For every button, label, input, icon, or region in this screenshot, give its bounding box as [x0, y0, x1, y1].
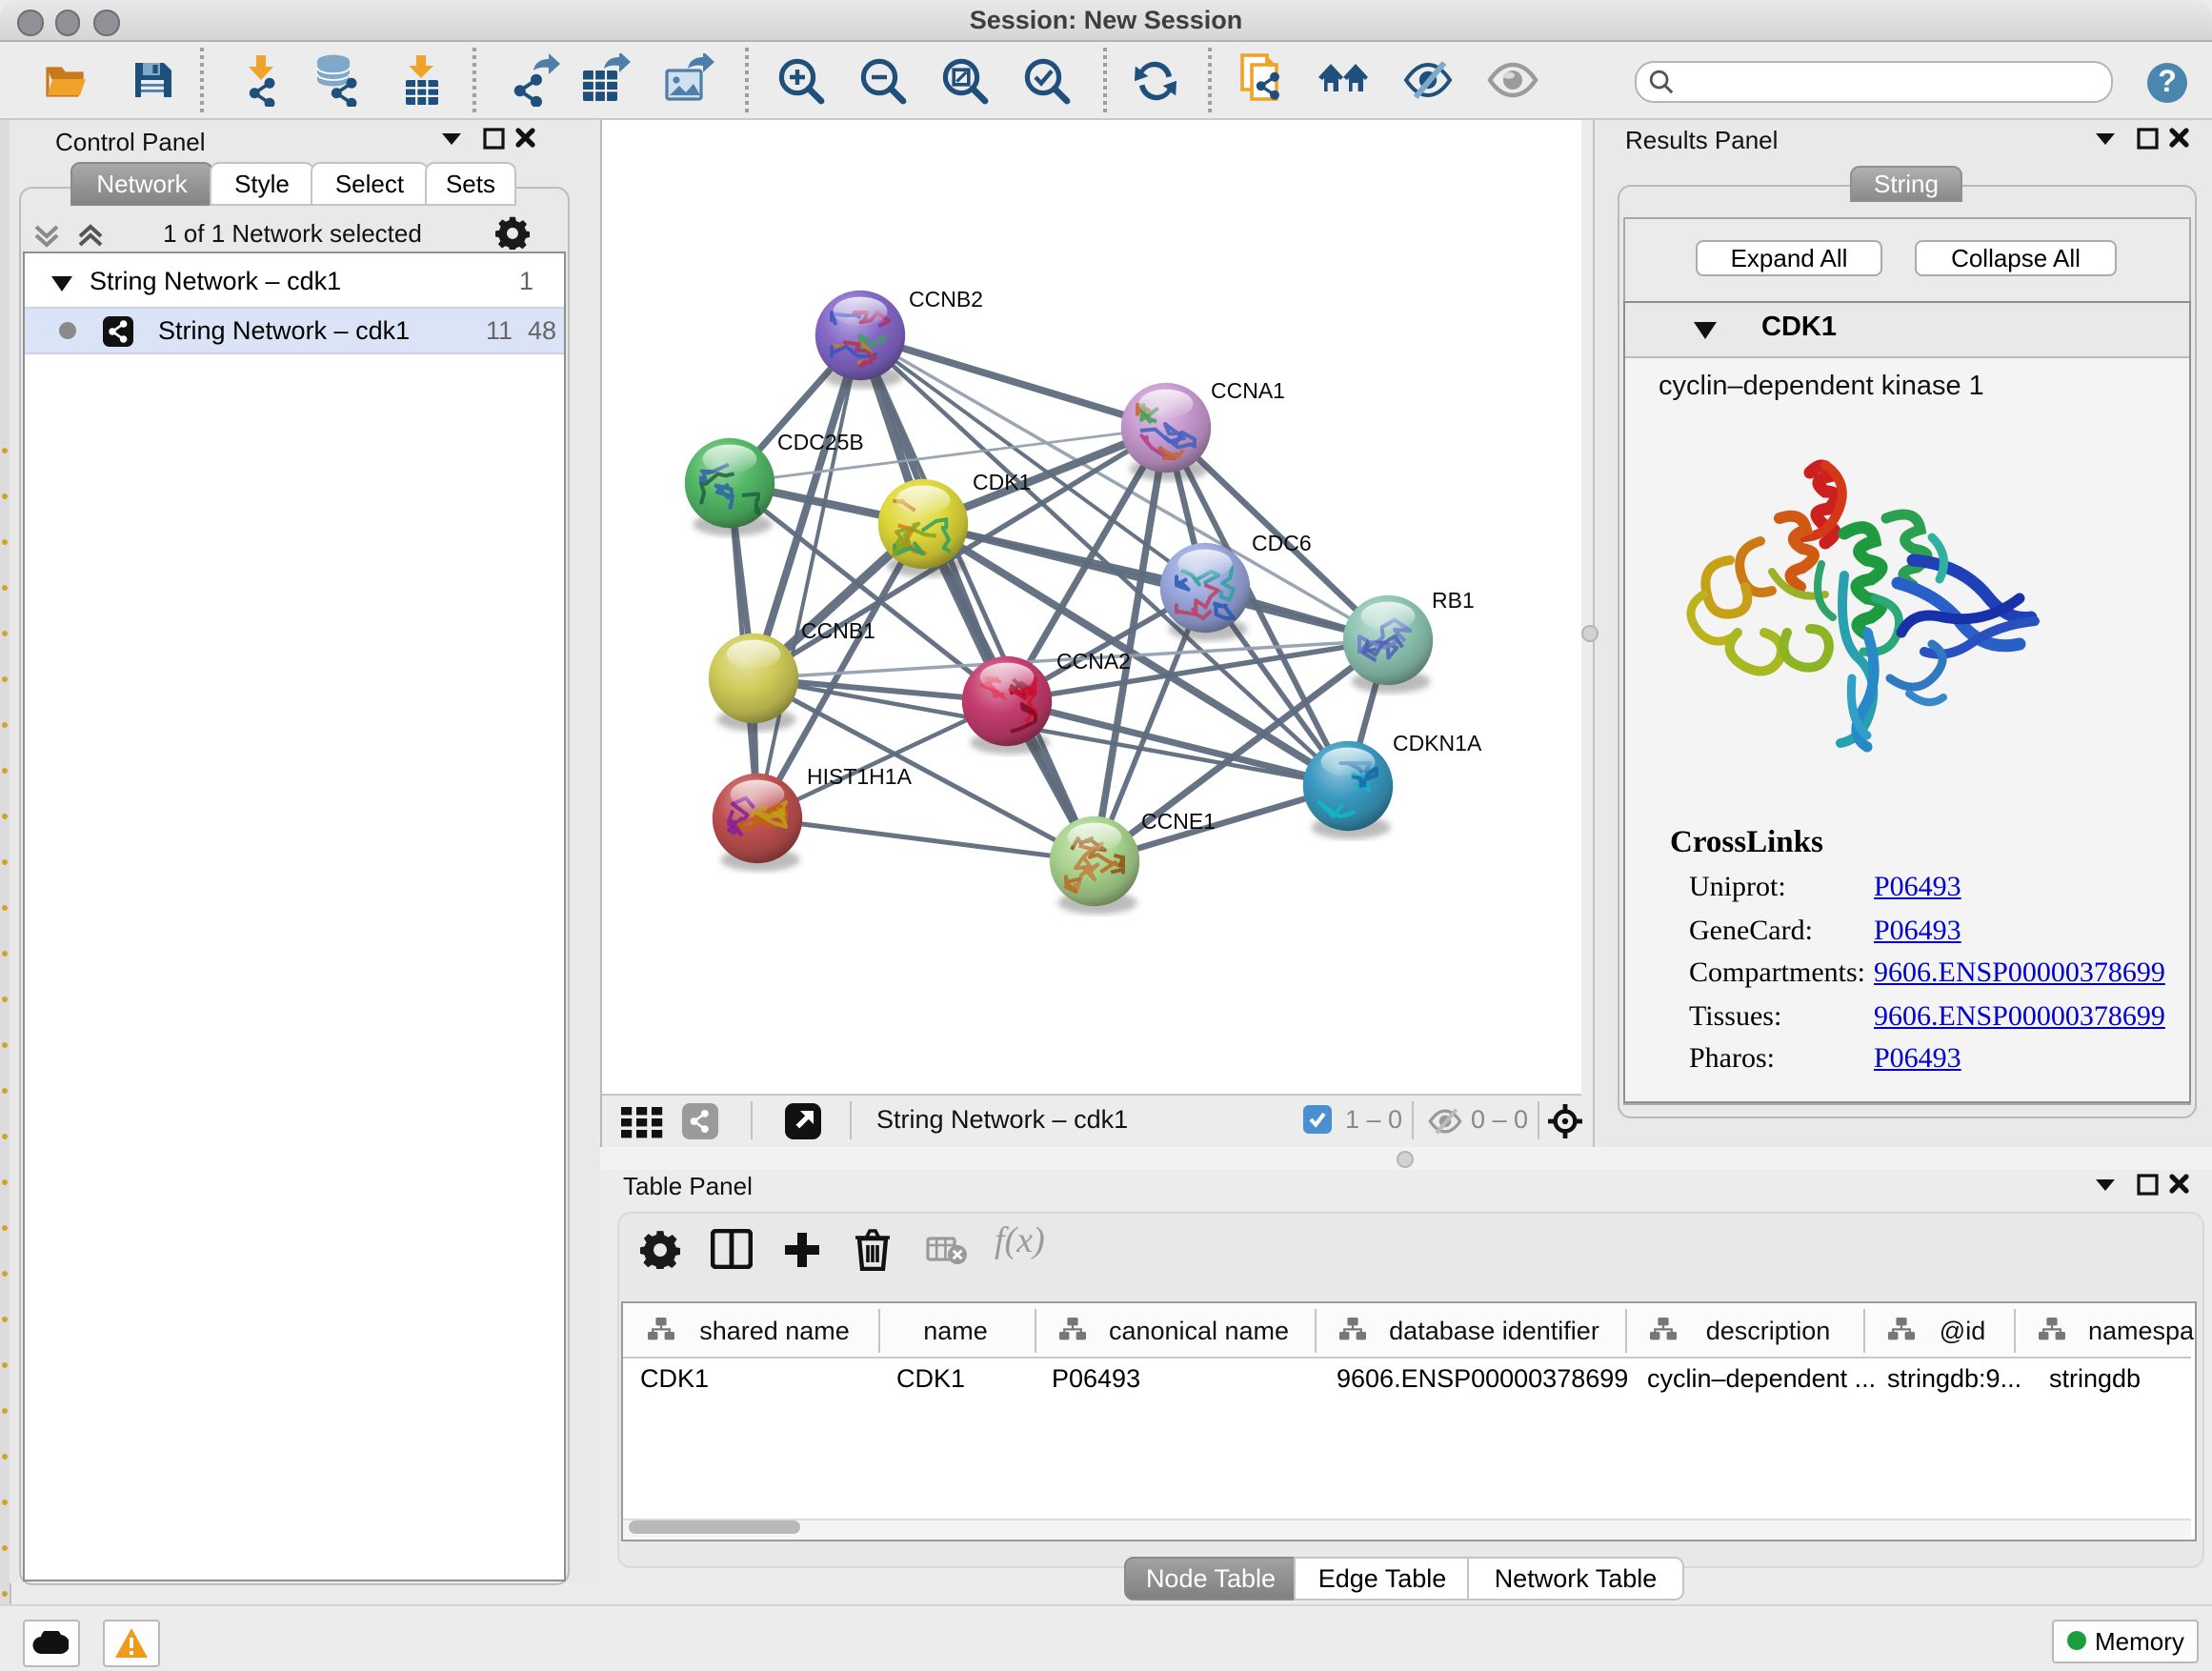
svg-text:CCNB1: CCNB1 [801, 618, 875, 643]
svg-text:CCNB2: CCNB2 [909, 287, 983, 312]
svg-text:CDC6: CDC6 [1252, 531, 1312, 555]
svg-text:RB1: RB1 [1432, 588, 1475, 613]
svg-text:CDKN1A: CDKN1A [1393, 731, 1482, 755]
svg-text:CCNA1: CCNA1 [1211, 378, 1285, 403]
svg-text:CCNA2: CCNA2 [1056, 649, 1131, 674]
svg-text:CDC25B: CDC25B [777, 430, 864, 454]
svg-text:CDK1: CDK1 [973, 470, 1031, 494]
svg-text:HIST1H1A: HIST1H1A [807, 764, 913, 789]
svg-text:CCNE1: CCNE1 [1141, 809, 1216, 834]
